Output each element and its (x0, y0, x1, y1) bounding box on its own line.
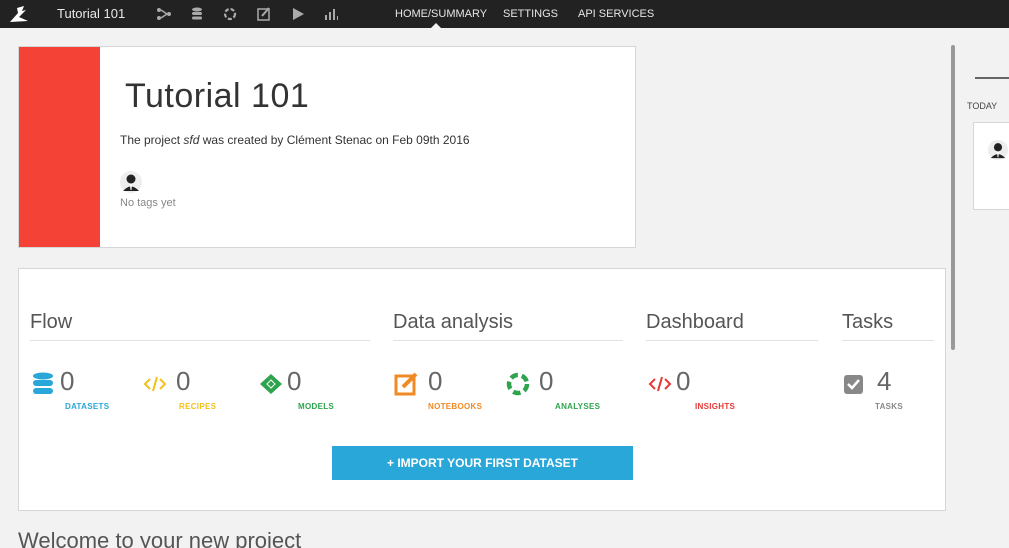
analyses-icon (506, 372, 530, 396)
desc-suffix: was created by Clément Stenac on Feb 09t… (199, 133, 470, 147)
insights-label: INSIGHTS (695, 402, 736, 411)
scrollbar[interactable] (951, 45, 955, 350)
bird-logo-icon[interactable] (8, 4, 30, 24)
nav-api-services[interactable]: API SERVICES (578, 8, 654, 20)
section-analysis-heading: Data analysis (393, 311, 514, 333)
tasks-count: 4 (877, 366, 892, 396)
project-name-heading: Tutorial 101 (125, 77, 310, 115)
activity-card[interactable] (973, 122, 1009, 210)
nav-home-summary[interactable]: HOME/SUMMARY (395, 8, 487, 20)
timeline-today-label: TODAY (967, 101, 998, 111)
flow-icon[interactable] (156, 6, 172, 22)
import-dataset-button[interactable]: + IMPORT YOUR FIRST DATASET (332, 446, 633, 480)
analyses-icon[interactable] (222, 6, 238, 22)
divider (393, 340, 623, 341)
welcome-heading: Welcome to your new project (18, 528, 302, 548)
project-color-stripe (19, 47, 100, 247)
divider (646, 340, 818, 341)
project-stats-card: Flow Data analysis Dashboard Tasks 0 DAT… (18, 268, 946, 511)
section-tasks-heading: Tasks (842, 311, 894, 333)
section-dashboard-heading: Dashboard (646, 311, 744, 333)
notebooks-icon[interactable] (256, 6, 272, 22)
desc-prefix: The project (120, 133, 184, 147)
tags-placeholder[interactable]: No tags yet (120, 197, 176, 209)
insights-count: 0 (676, 366, 691, 396)
recipes-label: RECIPES (179, 402, 217, 411)
project-summary-card: Tutorial 101 The project sfd was created… (18, 46, 636, 248)
notebooks-count: 0 (428, 366, 443, 396)
datasets-count: 0 (60, 366, 75, 396)
insights-code-icon (648, 376, 672, 392)
top-navbar: Tutorial 101 HOME/SUMMARY SETTINGS API S… (0, 0, 1009, 28)
notebook-icon (394, 372, 418, 396)
tasks-label: TASKS (875, 402, 904, 411)
models-count: 0 (287, 366, 302, 396)
project-title[interactable]: Tutorial 101 (57, 6, 125, 21)
model-diamond-icon (260, 374, 282, 394)
models-label: MODELS (298, 402, 335, 411)
section-flow-heading: Flow (30, 311, 73, 333)
notebooks-label: NOTEBOOKS (428, 402, 483, 411)
nav-settings[interactable]: SETTINGS (503, 8, 558, 20)
analyses-label: ANALYSES (555, 402, 601, 411)
datasets-icon (33, 372, 53, 394)
dashboard-icon[interactable] (323, 6, 339, 22)
divider (842, 340, 934, 341)
recipes-count: 0 (176, 366, 191, 396)
project-description: The project sfd was created by Clément S… (120, 133, 470, 147)
timeline-divider (975, 77, 1009, 79)
divider (30, 340, 370, 341)
user-avatar (988, 140, 1008, 160)
project-key: sfd (183, 133, 200, 147)
jobs-play-icon[interactable] (290, 6, 306, 22)
code-recipe-icon (143, 376, 167, 392)
checkbox-icon (844, 375, 863, 394)
active-tab-indicator (431, 23, 441, 28)
user-avatar[interactable] (120, 171, 142, 193)
analyses-count: 0 (539, 366, 554, 396)
datasets-icon[interactable] (189, 6, 205, 22)
datasets-label: DATASETS (65, 402, 110, 411)
